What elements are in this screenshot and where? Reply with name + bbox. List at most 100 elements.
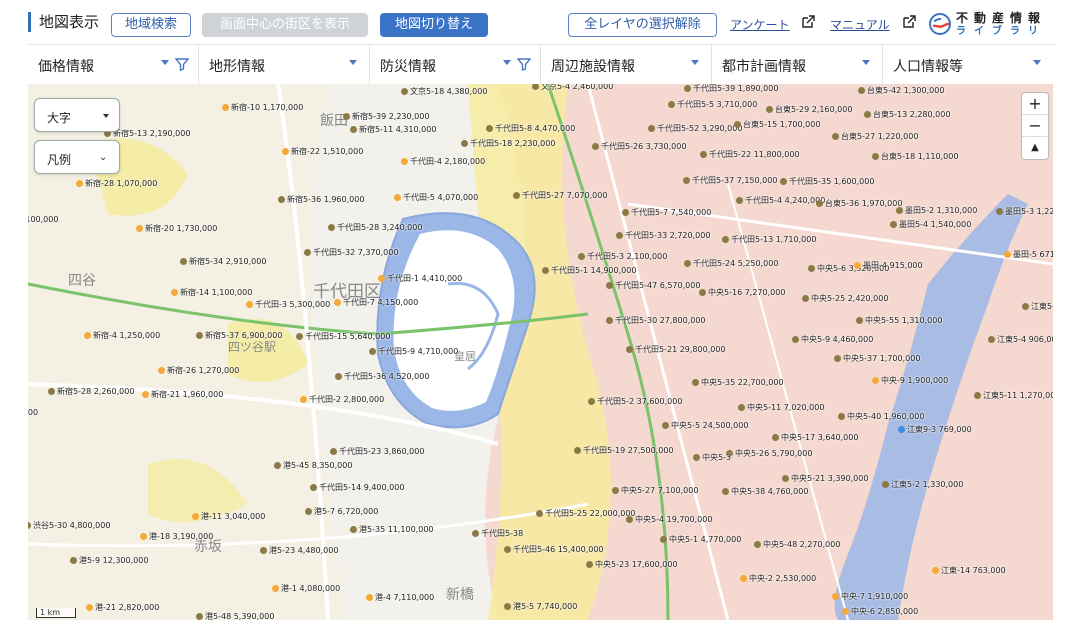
price-point-marker[interactable] xyxy=(754,541,761,548)
price-point-marker[interactable] xyxy=(996,208,1003,215)
price-point-marker[interactable] xyxy=(48,388,55,395)
price-point-marker[interactable] xyxy=(513,192,520,199)
external-link-icon[interactable] xyxy=(902,15,916,29)
price-point-marker[interactable] xyxy=(574,447,581,454)
price-point-marker[interactable] xyxy=(648,125,655,132)
price-point-marker[interactable] xyxy=(1004,251,1011,258)
price-point-marker[interactable] xyxy=(872,377,879,384)
price-point-marker[interactable] xyxy=(278,196,285,203)
manual-link[interactable]: マニュアル xyxy=(830,16,890,33)
price-point-marker[interactable] xyxy=(668,101,675,108)
price-point-marker[interactable] xyxy=(834,355,841,362)
external-link-icon[interactable] xyxy=(801,15,815,29)
price-point-marker[interactable] xyxy=(86,604,93,611)
price-point-marker[interactable] xyxy=(343,113,350,120)
price-point-marker[interactable] xyxy=(692,379,699,386)
price-point-marker[interactable] xyxy=(180,258,187,265)
filter-disaster[interactable]: 防災情報 xyxy=(370,45,541,85)
filter-urban-planning[interactable]: 都市計画情報 xyxy=(712,45,883,85)
price-point-marker[interactable] xyxy=(578,253,585,260)
price-point-marker[interactable] xyxy=(350,526,357,533)
zoom-in-button[interactable]: + xyxy=(1022,93,1048,115)
price-point-marker[interactable] xyxy=(310,484,317,491)
price-point-marker[interactable] xyxy=(722,488,729,495)
price-point-marker[interactable] xyxy=(890,221,897,228)
label-size-select[interactable]: 大字 xyxy=(34,98,120,132)
price-point-marker[interactable] xyxy=(808,265,815,272)
price-point-marker[interactable] xyxy=(222,104,229,111)
filter-price[interactable]: 価格情報 xyxy=(28,45,199,85)
legend-select[interactable]: 凡例 ⌄ xyxy=(34,140,120,174)
price-point-marker[interactable] xyxy=(816,200,823,207)
price-point-marker[interactable] xyxy=(932,567,939,574)
price-point-marker[interactable] xyxy=(606,317,613,324)
price-point-marker[interactable] xyxy=(782,475,789,482)
price-point-marker[interactable] xyxy=(864,111,871,118)
price-point-marker[interactable] xyxy=(334,299,341,306)
price-point-marker[interactable] xyxy=(988,336,995,343)
price-point-marker[interactable] xyxy=(350,126,357,133)
price-point-marker[interactable] xyxy=(542,267,549,274)
filter-facilities[interactable]: 周辺施設情報 xyxy=(541,45,712,85)
price-point-marker[interactable] xyxy=(772,434,779,441)
price-point-marker[interactable] xyxy=(274,462,281,469)
compass-north-button[interactable]: ▲ xyxy=(1022,137,1048,159)
price-point-marker[interactable] xyxy=(660,536,667,543)
price-point-marker[interactable] xyxy=(872,153,879,160)
price-point-marker[interactable] xyxy=(842,608,849,615)
price-point-marker[interactable] xyxy=(734,121,741,128)
price-point-marker[interactable] xyxy=(196,613,203,620)
price-point-marker[interactable] xyxy=(369,348,376,355)
price-point-marker[interactable] xyxy=(802,295,809,302)
price-point-marker[interactable] xyxy=(401,158,408,165)
price-point-marker[interactable] xyxy=(260,547,267,554)
clear-layers-button[interactable]: 全レイヤの選択解除 xyxy=(568,13,717,37)
price-point-marker[interactable] xyxy=(722,236,729,243)
price-point-marker[interactable] xyxy=(858,87,865,94)
price-point-marker[interactable] xyxy=(856,317,863,324)
price-point-marker[interactable] xyxy=(366,594,373,601)
price-point-marker[interactable] xyxy=(626,516,633,523)
price-point-marker[interactable] xyxy=(192,513,199,520)
price-point-marker[interactable] xyxy=(974,392,981,399)
price-point-marker[interactable] xyxy=(792,336,799,343)
price-point-marker[interactable] xyxy=(699,289,706,296)
price-point-marker[interactable] xyxy=(142,391,149,398)
price-point-marker[interactable] xyxy=(305,508,312,515)
switch-map-button[interactable]: 地図切り替え xyxy=(380,13,488,37)
price-point-marker[interactable] xyxy=(622,209,629,216)
price-point-marker[interactable] xyxy=(700,151,707,158)
price-point-marker[interactable] xyxy=(592,143,599,150)
price-point-marker[interactable] xyxy=(335,373,342,380)
price-point-marker[interactable] xyxy=(76,180,83,187)
price-point-marker[interactable] xyxy=(612,487,619,494)
zoom-out-button[interactable]: − xyxy=(1022,115,1048,137)
price-point-marker[interactable] xyxy=(882,481,889,488)
price-point-marker[interactable] xyxy=(171,289,178,296)
price-point-marker[interactable] xyxy=(683,177,690,184)
price-point-marker[interactable] xyxy=(330,448,337,455)
filter-funnel-icon[interactable] xyxy=(517,57,531,71)
price-point-marker[interactable] xyxy=(70,557,77,564)
price-point-marker[interactable] xyxy=(586,561,593,568)
survey-link[interactable]: アンケート xyxy=(730,16,790,33)
price-point-marker[interactable] xyxy=(504,603,511,610)
price-point-marker[interactable] xyxy=(832,593,839,600)
price-point-marker[interactable] xyxy=(854,262,861,269)
filter-funnel-icon[interactable] xyxy=(175,57,189,71)
price-point-marker[interactable] xyxy=(536,510,543,517)
price-point-marker[interactable] xyxy=(282,148,289,155)
price-point-marker[interactable] xyxy=(616,232,623,239)
price-point-marker[interactable] xyxy=(504,546,511,553)
price-point-marker[interactable] xyxy=(328,224,335,231)
price-point-marker[interactable] xyxy=(606,282,613,289)
filter-terrain[interactable]: 地形情報 xyxy=(199,45,370,85)
price-point-marker[interactable] xyxy=(196,332,203,339)
price-point-marker[interactable] xyxy=(84,332,91,339)
price-point-marker[interactable] xyxy=(304,249,311,256)
price-point-marker[interactable] xyxy=(588,398,595,405)
price-point-marker[interactable] xyxy=(136,225,143,232)
price-point-marker[interactable] xyxy=(780,178,787,185)
show-center-block-button[interactable]: 画面中心の街区を表示 xyxy=(202,13,368,37)
price-point-marker[interactable] xyxy=(296,333,303,340)
